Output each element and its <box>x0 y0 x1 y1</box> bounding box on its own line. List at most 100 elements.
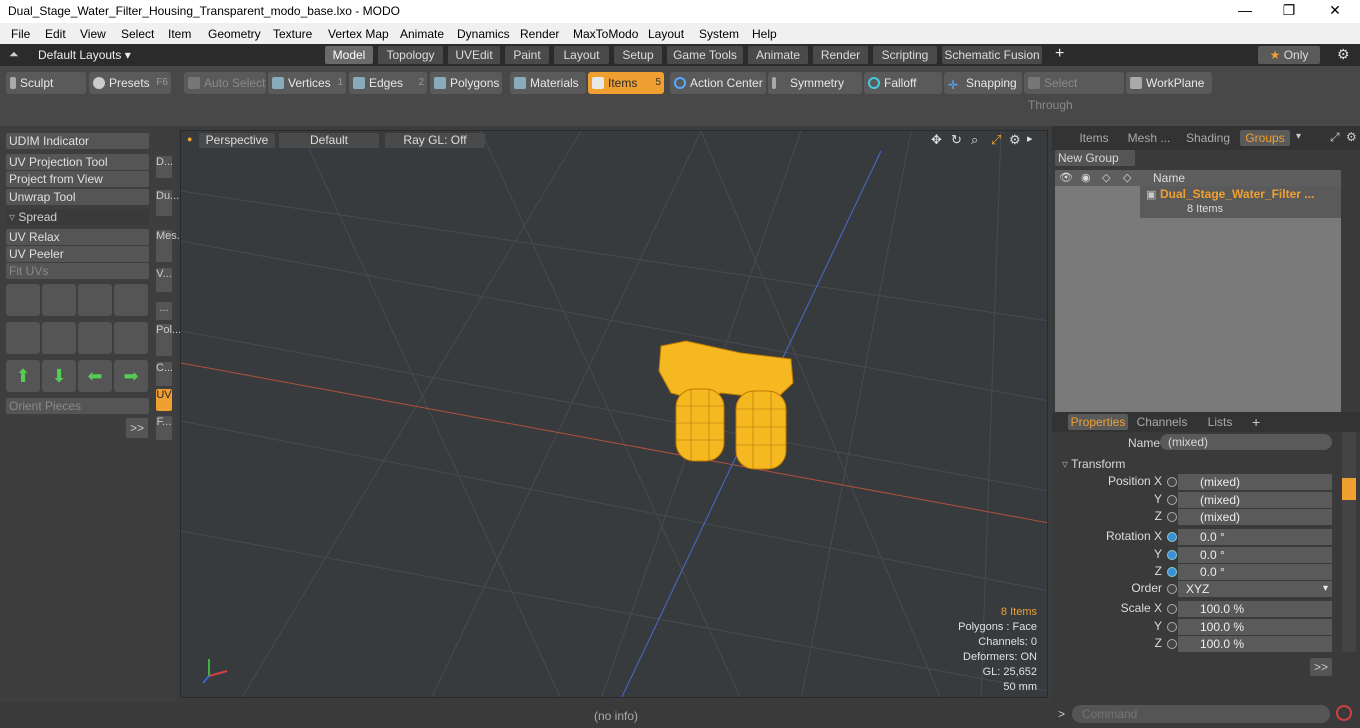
symmetry-button[interactable]: Symmetry <box>768 72 862 94</box>
uv-triangle-icon[interactable] <box>78 322 112 354</box>
align-left-icon[interactable]: ⬅ <box>78 360 112 392</box>
select-through-button[interactable]: Select Through <box>1024 72 1124 112</box>
tab-groups[interactable]: Groups <box>1240 130 1290 146</box>
orient-pieces-button[interactable]: Orient Pieces <box>6 398 149 414</box>
spread-group[interactable]: ▿ Spread <box>6 209 149 225</box>
fit-uvs-button[interactable]: Fit UVs <box>6 263 149 279</box>
falloff-button[interactable]: Falloff <box>864 72 942 94</box>
expand-icon[interactable]: ⤢ <box>1330 130 1340 145</box>
uv-sphere-icon[interactable] <box>6 322 40 354</box>
menu-file[interactable]: File <box>11 27 30 41</box>
tab-schematic-fusion[interactable]: Schematic Fusion <box>942 46 1042 64</box>
vtab-mes[interactable]: Mes... <box>156 230 186 262</box>
unwrap-tool-button[interactable]: Unwrap Tool <box>6 189 149 205</box>
tab-mesh[interactable]: Mesh ... <box>1124 130 1174 146</box>
position-z-field[interactable]: (mixed) <box>1178 509 1332 525</box>
presets-button[interactable]: Presets F6 <box>89 72 171 94</box>
uv-peeler-button[interactable]: UV Peeler <box>6 246 149 262</box>
scale-x-field[interactable]: 100.0 % <box>1178 601 1332 617</box>
uv-grid-icon[interactable] <box>42 322 76 354</box>
command-input[interactable] <box>1072 705 1330 723</box>
add-tab-icon[interactable]: + <box>1055 45 1064 63</box>
add-tab-icon[interactable]: + <box>1252 414 1260 430</box>
menu-maxtomodo[interactable]: MaxToModo <box>573 27 638 41</box>
position-y-field[interactable]: (mixed) <box>1178 492 1332 508</box>
perspective-dropdown[interactable]: Perspective <box>199 133 275 148</box>
edges-button[interactable]: Edges 2 <box>349 72 427 94</box>
menu-vertex-map[interactable]: Vertex Map <box>328 27 389 41</box>
scale-y-radio[interactable] <box>1167 622 1177 632</box>
viewport-options-icon[interactable]: ● <box>187 134 192 144</box>
rotation-x-field[interactable]: 0.0 ° <box>1178 529 1332 545</box>
3d-viewport[interactable]: ● Perspective Default Ray GL: Off ✥ ↻ ⌕ … <box>180 130 1048 698</box>
menu-geometry[interactable]: Geometry <box>208 27 261 41</box>
rotation-y-radio[interactable] <box>1167 550 1177 560</box>
vtab-v[interactable]: V... <box>156 268 172 292</box>
vtab-uv[interactable]: UV <box>156 389 172 411</box>
menu-help[interactable]: Help <box>752 27 777 41</box>
snapping-button[interactable]: ✛ Snapping <box>944 72 1022 94</box>
menu-animate[interactable]: Animate <box>400 27 444 41</box>
menu-view[interactable]: View <box>80 27 106 41</box>
udim-indicator-button[interactable]: UDIM Indicator <box>6 133 149 149</box>
tab-channels[interactable]: Channels <box>1136 414 1188 430</box>
align-up-icon[interactable]: ⬆ <box>6 360 40 392</box>
align-right-icon[interactable]: ➡ <box>114 360 148 392</box>
uv-move-icon[interactable] <box>6 284 40 316</box>
menu-dynamics[interactable]: Dynamics <box>457 27 510 41</box>
position-z-radio[interactable] <box>1167 512 1177 522</box>
vtab-pol[interactable]: Pol... <box>156 324 181 356</box>
tab-setup[interactable]: Setup <box>614 46 662 64</box>
polygons-button[interactable]: Polygons <box>430 72 502 94</box>
uv-rotate-icon[interactable] <box>42 284 76 316</box>
tab-model[interactable]: Model <box>325 46 373 64</box>
uv-projection-tool-button[interactable]: UV Projection Tool <box>6 154 149 170</box>
default-layouts-dropdown[interactable]: Default Layouts ▾ <box>38 48 131 62</box>
name-field[interactable]: (mixed) <box>1160 434 1332 450</box>
rotation-z-field[interactable]: 0.0 ° <box>1178 564 1332 580</box>
tab-game-tools[interactable]: Game Tools <box>667 46 743 64</box>
menu-layout[interactable]: Layout <box>648 27 684 41</box>
side-tab-active[interactable] <box>1342 478 1356 500</box>
auto-select-button[interactable]: Auto Select <box>184 72 266 94</box>
action-center-button[interactable]: Action Center <box>670 72 766 94</box>
vtab-c[interactable]: C... <box>156 362 173 386</box>
maximize-icon[interactable]: ❐ <box>1266 2 1312 19</box>
select-icon[interactable]: ◇ <box>1123 171 1131 184</box>
tab-uvedit[interactable]: UVEdit <box>448 46 500 64</box>
tab-shading[interactable]: Shading <box>1180 130 1236 146</box>
properties-more-button[interactable]: >> <box>1310 658 1332 676</box>
group-row[interactable]: ▣ Dual_Stage_Water_Filter ... 8 Items <box>1140 186 1341 218</box>
tab-lists[interactable]: Lists <box>1196 414 1244 430</box>
layouts-icon[interactable]: ⏶ <box>9 47 19 62</box>
materials-button[interactable]: Materials <box>510 72 586 94</box>
only-toggle[interactable]: ★ Only <box>1258 46 1320 64</box>
raygl-toggle[interactable]: Ray GL: Off <box>385 133 485 148</box>
vtab-d[interactable]: D... <box>156 156 173 178</box>
rotate-icon[interactable]: ↻ <box>951 132 962 148</box>
project-from-view-button[interactable]: Project from View <box>6 171 149 187</box>
tab-properties[interactable]: Properties <box>1068 414 1128 430</box>
menu-render[interactable]: Render <box>520 27 559 41</box>
tab-scripting[interactable]: Scripting <box>873 46 937 64</box>
scale-y-field[interactable]: 100.0 % <box>1178 619 1332 635</box>
order-dropdown[interactable]: XYZ ▾ <box>1178 581 1332 597</box>
panel-settings-icon[interactable]: ⚙ <box>1346 130 1357 144</box>
vertices-button[interactable]: Vertices 1 <box>268 72 346 94</box>
scale-z-radio[interactable] <box>1167 639 1177 649</box>
lock-icon[interactable]: ◇ <box>1102 171 1110 184</box>
scale-x-radio[interactable] <box>1167 604 1177 614</box>
tab-items[interactable]: Items <box>1070 130 1118 146</box>
vtab-du[interactable]: Du... <box>156 190 179 216</box>
order-radio[interactable] <box>1167 584 1177 594</box>
shading-dropdown[interactable]: Default <box>279 133 379 148</box>
uv-relax-button[interactable]: UV Relax <box>6 229 149 245</box>
visibility-icon[interactable]: 👁 <box>1059 171 1073 184</box>
record-icon[interactable] <box>1336 705 1352 721</box>
position-x-radio[interactable] <box>1167 477 1177 487</box>
uv-pack-icon[interactable] <box>114 322 148 354</box>
transform-section[interactable]: ▿ Transform <box>1062 457 1125 471</box>
menu-select[interactable]: Select <box>121 27 154 41</box>
tab-topology[interactable]: Topology <box>378 46 443 64</box>
tab-layout[interactable]: Layout <box>554 46 609 64</box>
